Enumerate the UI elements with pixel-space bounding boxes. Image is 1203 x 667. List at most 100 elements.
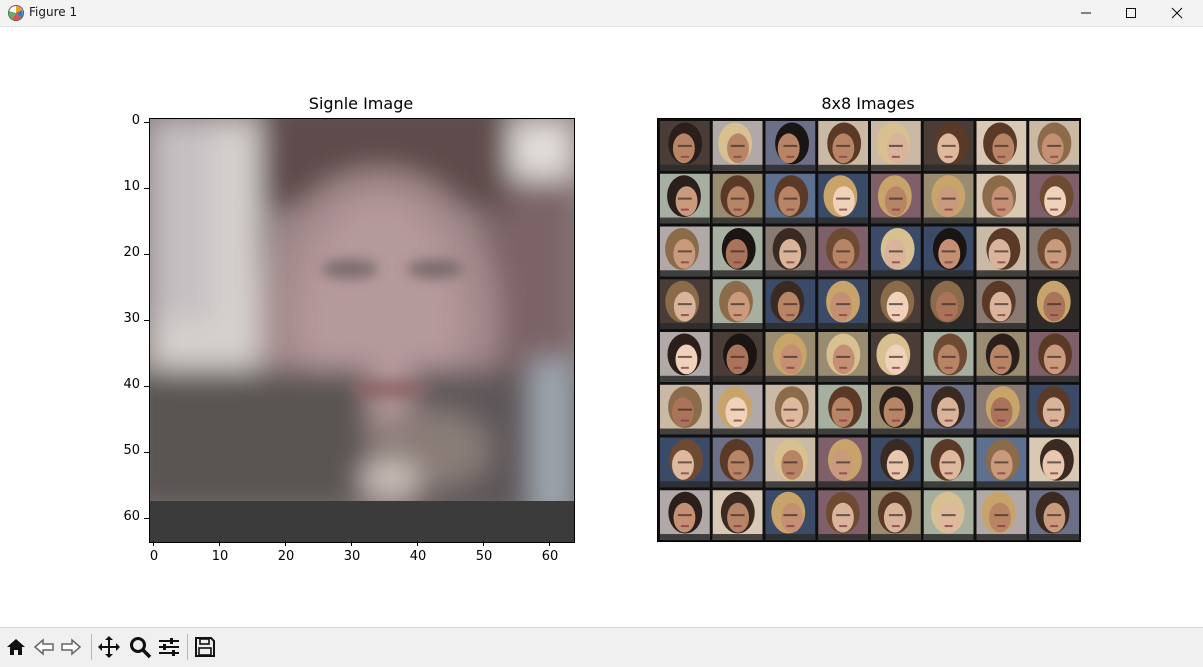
grid-tile bbox=[976, 173, 1027, 224]
grid-tile bbox=[1029, 173, 1079, 224]
grid-tile bbox=[765, 279, 816, 329]
grid-tile bbox=[923, 279, 974, 329]
zoom-icon bbox=[130, 637, 152, 659]
grid-tile bbox=[818, 384, 868, 435]
y-tick-label: 0 bbox=[131, 113, 140, 128]
grid-tile bbox=[871, 279, 921, 329]
maximize-icon bbox=[1126, 8, 1136, 18]
toolbar-separator bbox=[91, 634, 92, 660]
figure-canvas[interactable]: Signle Image 0 10 20 30 40 50 60 0 10 20… bbox=[0, 27, 1203, 627]
image-grid bbox=[657, 118, 1081, 542]
x-tick-label: 50 bbox=[475, 549, 493, 564]
grid-tile bbox=[1029, 437, 1079, 488]
grid-tile bbox=[1029, 279, 1079, 329]
x-tick bbox=[285, 541, 286, 546]
toolbar-separator bbox=[187, 634, 188, 660]
configure-subplots-icon bbox=[159, 638, 179, 656]
forward-button[interactable] bbox=[58, 634, 84, 660]
grid-tile bbox=[818, 121, 868, 171]
y-tick-label: 50 bbox=[123, 443, 140, 458]
grid-tile bbox=[765, 173, 816, 224]
zoom-button[interactable] bbox=[127, 634, 153, 660]
y-tick-label: 60 bbox=[123, 509, 140, 524]
window-titlebar: Figure 1 bbox=[0, 0, 1203, 27]
y-tick-label: 20 bbox=[123, 245, 140, 260]
grid-tile bbox=[1029, 226, 1079, 277]
grid-tile bbox=[712, 384, 763, 435]
grid-tile bbox=[871, 121, 921, 171]
x-tick bbox=[417, 541, 418, 546]
y-tick-label: 10 bbox=[123, 179, 140, 194]
minimize-button[interactable] bbox=[1063, 0, 1109, 26]
grid-tile bbox=[765, 384, 816, 435]
grid-tile bbox=[660, 279, 710, 329]
x-tick-label: 30 bbox=[343, 549, 361, 564]
pan-button[interactable] bbox=[96, 634, 122, 660]
grid-tile bbox=[871, 384, 921, 435]
home-button[interactable] bbox=[3, 634, 29, 660]
grid-tile bbox=[976, 279, 1027, 329]
grid-tile bbox=[871, 490, 921, 540]
grid-tile bbox=[871, 437, 921, 488]
left-axes-title: Signle Image bbox=[308, 94, 414, 113]
minimize-icon bbox=[1081, 12, 1091, 14]
x-tick bbox=[549, 541, 550, 546]
y-tick bbox=[144, 452, 149, 453]
back-button[interactable] bbox=[31, 634, 57, 660]
grid-tile bbox=[712, 279, 763, 329]
x-tick-label: 20 bbox=[277, 549, 295, 564]
grid-tile bbox=[818, 332, 868, 382]
close-icon bbox=[1171, 7, 1183, 19]
right-axes-title: 8x8 Images bbox=[821, 94, 915, 113]
y-tick bbox=[144, 188, 149, 189]
close-button[interactable] bbox=[1154, 0, 1200, 26]
configure-subplots-button[interactable] bbox=[156, 634, 182, 660]
grid-tile bbox=[923, 437, 974, 488]
grid-tile bbox=[765, 437, 816, 488]
grid-tile bbox=[660, 121, 710, 171]
forward-icon bbox=[61, 638, 82, 656]
navigation-toolbar bbox=[0, 627, 1203, 667]
x-tick-label: 40 bbox=[409, 549, 427, 564]
grid-tile bbox=[712, 437, 763, 488]
grid-tile bbox=[712, 226, 763, 277]
grid-tile bbox=[923, 226, 974, 277]
y-tick bbox=[144, 386, 149, 387]
y-tick bbox=[144, 254, 149, 255]
grid-tile bbox=[1029, 121, 1079, 171]
grid-tile bbox=[660, 173, 710, 224]
x-tick bbox=[483, 541, 484, 546]
grid-tile bbox=[976, 226, 1027, 277]
grid-tile bbox=[923, 384, 974, 435]
image-grid-tiles bbox=[660, 121, 1079, 540]
grid-tile bbox=[660, 437, 710, 488]
save-button[interactable] bbox=[192, 634, 218, 660]
grid-tile bbox=[923, 121, 974, 171]
grid-tile bbox=[923, 490, 974, 540]
grid-tile bbox=[765, 332, 816, 382]
grid-tile bbox=[976, 490, 1027, 540]
y-tick bbox=[144, 518, 149, 519]
matplotlib-icon bbox=[8, 5, 24, 21]
grid-tile bbox=[765, 121, 816, 171]
pan-icon bbox=[98, 636, 120, 658]
grid-tile bbox=[923, 332, 974, 382]
grid-tile bbox=[660, 384, 710, 435]
x-tick bbox=[219, 541, 220, 546]
x-tick-label: 0 bbox=[149, 549, 159, 564]
save-icon bbox=[195, 637, 215, 657]
grid-tile bbox=[871, 173, 921, 224]
grid-tile bbox=[818, 437, 868, 488]
grid-tile bbox=[712, 121, 763, 171]
grid-tile bbox=[976, 332, 1027, 382]
grid-tile bbox=[660, 226, 710, 277]
grid-tile bbox=[712, 173, 763, 224]
maximize-button[interactable] bbox=[1108, 0, 1154, 26]
grid-tile bbox=[765, 490, 816, 540]
grid-tile bbox=[712, 332, 763, 382]
x-tick bbox=[153, 541, 154, 546]
grid-tile bbox=[871, 332, 921, 382]
grid-tile bbox=[1029, 332, 1079, 382]
y-tick-label: 40 bbox=[123, 377, 140, 392]
grid-tile bbox=[818, 490, 868, 540]
